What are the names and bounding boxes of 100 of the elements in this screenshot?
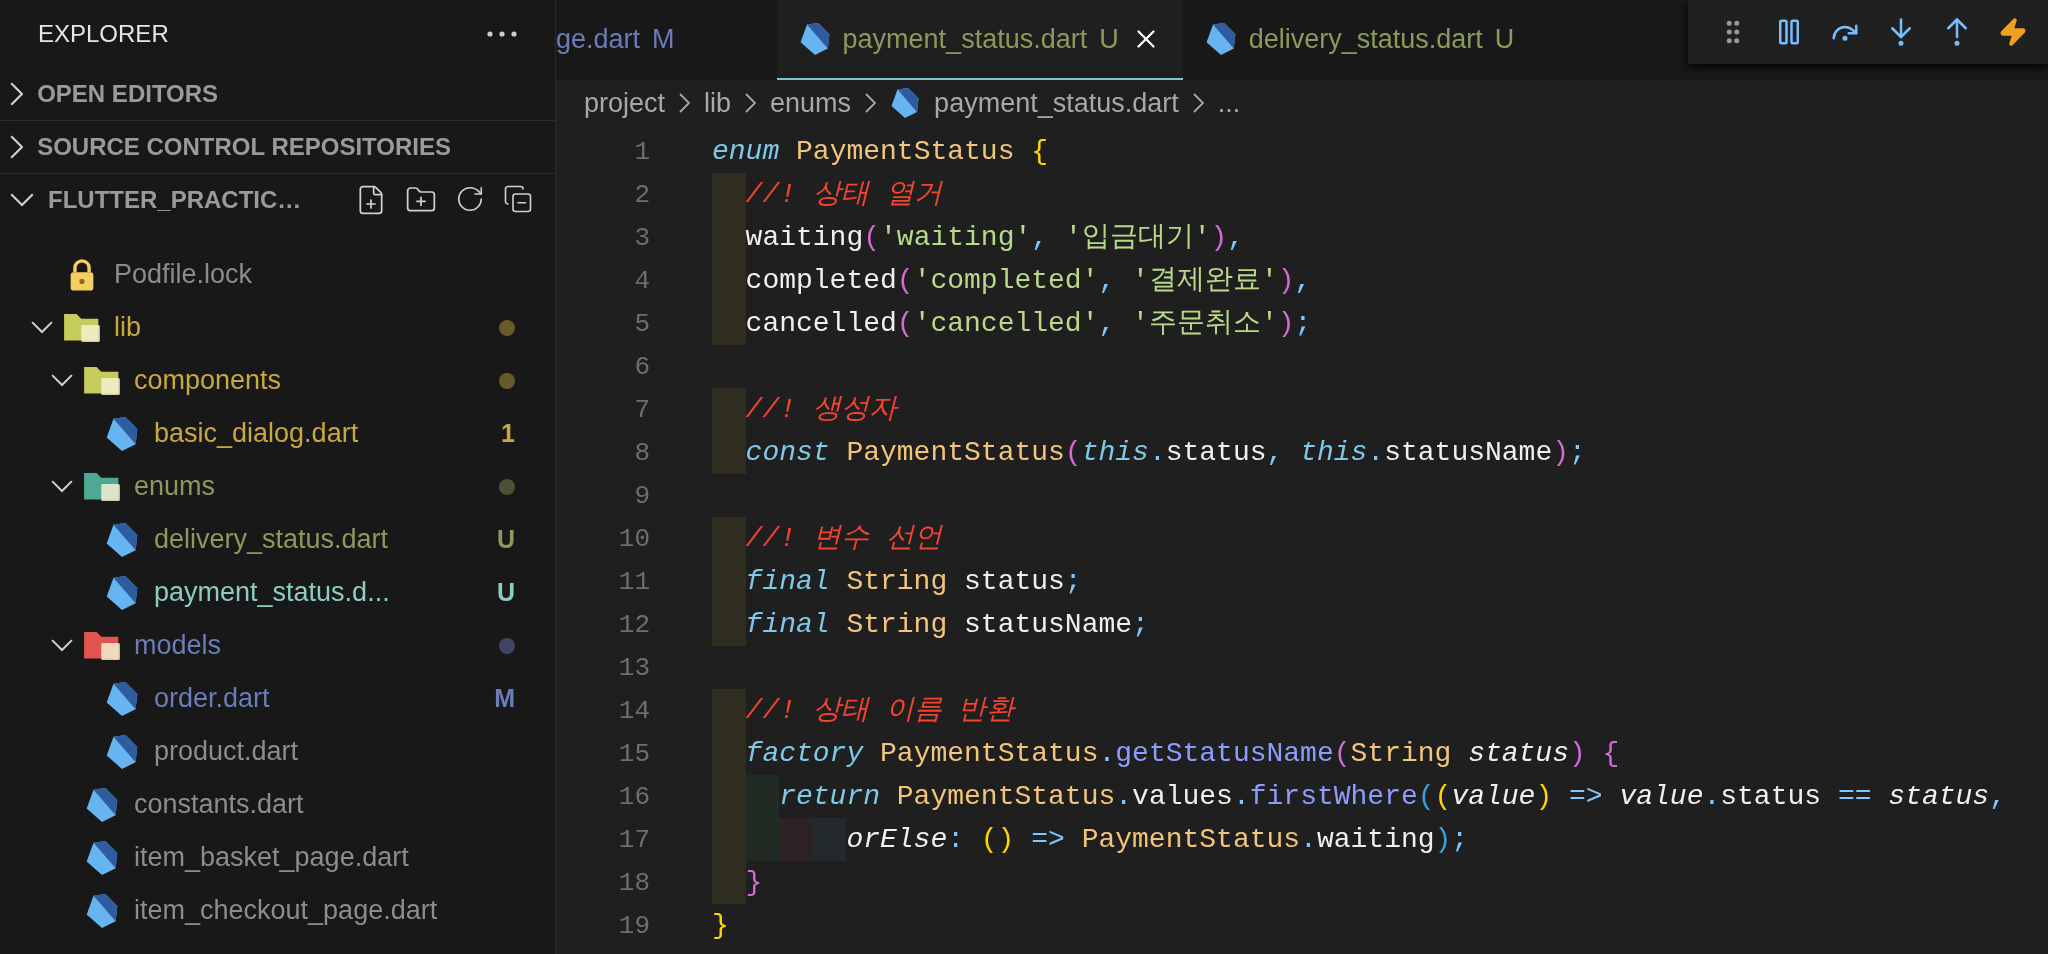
code-line: cancelled('cancelled', '주문취소'); (745, 307, 1312, 341)
file-name: enums (134, 471, 216, 502)
line-number: 1 (633, 136, 650, 167)
code-line: factory PaymentStatus.getStatusName(String status) { (745, 737, 1620, 771)
dart-file-icon (798, 23, 831, 55)
line-number: 15 (617, 738, 650, 769)
folder-item[interactable]: enums (0, 460, 555, 513)
file-item[interactable]: Podfile.lock (0, 248, 555, 301)
code-line: orElse: () => PaymentStatus.waiting); (846, 823, 1469, 857)
git-status-label: 1 (501, 419, 515, 448)
code-line: waiting('waiting', '입금대기'), (745, 221, 1245, 255)
dart-file-icon (1204, 23, 1237, 55)
section-title: SOURCE CONTROL REPOSITORIES (37, 133, 452, 161)
section-header[interactable]: SOURCE CONTROL REPOSITORIES (0, 121, 555, 174)
dart-file-icon (105, 575, 139, 610)
git-status-label: M (652, 23, 675, 55)
chevron-right-icon (745, 93, 757, 113)
editor-tab[interactable]: payment_status.dart U (776, 0, 1183, 80)
file-item[interactable]: product.dart (0, 725, 555, 778)
chevron-right-icon (679, 93, 691, 113)
line-number: 13 (617, 652, 650, 683)
file-item[interactable]: order.dart M (0, 672, 555, 725)
breadcrumb-item[interactable]: payment_status.dart (934, 87, 1179, 119)
file-name: components (134, 365, 282, 396)
file-item[interactable]: delivery_status.dart U (0, 513, 555, 566)
code-line: enum PaymentStatus { (712, 135, 1049, 169)
dart-file-icon (105, 522, 139, 557)
folder-item[interactable]: models (0, 619, 555, 672)
line-number: 14 (617, 695, 650, 726)
file-name: payment_status.d... (154, 577, 390, 608)
git-status-label: U (496, 578, 515, 607)
file-item[interactable]: basic_dialog.dart 1 (0, 407, 555, 460)
lock-icon (69, 257, 95, 292)
line-number: 10 (617, 523, 650, 554)
file-name: order.dart (154, 683, 270, 714)
folder-item[interactable]: components (0, 354, 555, 407)
code-line: final String status; (745, 565, 1082, 599)
git-status-label: U (1099, 23, 1119, 55)
dart-file-icon (85, 787, 119, 822)
refresh-icon[interactable] (455, 184, 485, 214)
line-number: 2 (633, 179, 650, 210)
file-name: item_checkout_page.dart (134, 895, 438, 926)
tab-label: payment_status.dart (842, 23, 1088, 55)
breadcrumb-item[interactable]: ... (1217, 87, 1241, 119)
line-number: 3 (633, 222, 650, 253)
code-line: //! 생성자 (745, 393, 897, 427)
section-title: OPEN EDITORS (37, 80, 219, 108)
line-number: 11 (617, 566, 650, 597)
file-name: models (134, 630, 222, 661)
more-icon[interactable] (487, 31, 517, 37)
dart-file-icon (105, 681, 139, 716)
section-header[interactable]: FLUTTER_PRACTIC… (0, 174, 555, 227)
git-status-label: U (496, 525, 515, 554)
file-item[interactable]: constants.dart (0, 778, 555, 831)
dart-file-icon (890, 88, 921, 118)
line-number: 8 (633, 437, 650, 468)
file-item[interactable]: item_basket_page.dart (0, 831, 555, 884)
line-number: 16 (617, 781, 650, 812)
code-line: return PaymentStatus.values.firstWhere((value) => value.status == status, (779, 780, 2006, 814)
file-name: Podfile.lock (114, 259, 253, 290)
chevron-right-icon (1192, 93, 1204, 113)
dart-file-icon (105, 416, 139, 451)
line-number: 18 (617, 867, 650, 898)
code-line: } (745, 866, 763, 900)
git-status-label: M (494, 684, 515, 713)
file-name: basic_dialog.dart (154, 418, 359, 449)
section-header[interactable]: OPEN EDITORS (0, 68, 555, 121)
breadcrumb-item[interactable]: lib (704, 87, 732, 119)
code-line: const PaymentStatus(this.status, this.statusName); (745, 436, 1586, 470)
file-name: lib (114, 312, 141, 343)
tab-label: delivery_status.dart (1248, 23, 1483, 55)
folder-item[interactable]: lib (0, 301, 555, 354)
breadcrumb-item[interactable]: project (584, 87, 666, 119)
code-line: //! 상태 이름 반환 (745, 694, 1015, 728)
file-item[interactable]: payment_status.d... U (0, 566, 555, 619)
line-number: 19 (617, 910, 650, 941)
section-title: FLUTTER_PRACTIC… (48, 186, 302, 214)
line-number: 9 (633, 480, 650, 511)
sidebar-title: EXPLORER (38, 20, 169, 48)
code-line: //! 변수 선언 (745, 522, 942, 556)
chevron-right-icon (865, 93, 877, 113)
line-number: 4 (633, 265, 650, 296)
lightning-icon[interactable] (1998, 17, 2028, 47)
line-number: 6 (633, 351, 650, 382)
line-number: 12 (617, 609, 650, 640)
file-name: delivery_status.dart (154, 524, 389, 555)
line-number: 17 (617, 824, 650, 855)
code-line: final String statusName; (745, 608, 1149, 642)
tab-label: ge.dart (556, 23, 641, 55)
file-name: product.dart (154, 736, 299, 767)
dart-file-icon (85, 840, 119, 875)
breadcrumb-item[interactable]: enums (770, 87, 852, 119)
file-item[interactable]: item_checkout_page.dart (0, 884, 555, 937)
code-line: } (712, 909, 729, 943)
file-name: constants.dart (134, 789, 304, 820)
dart-file-icon (85, 893, 119, 928)
collapse-icon[interactable] (503, 184, 533, 214)
file-name: item_basket_page.dart (134, 842, 409, 873)
line-number: 7 (633, 394, 650, 425)
code-line: //! 상태 열거 (745, 178, 942, 212)
